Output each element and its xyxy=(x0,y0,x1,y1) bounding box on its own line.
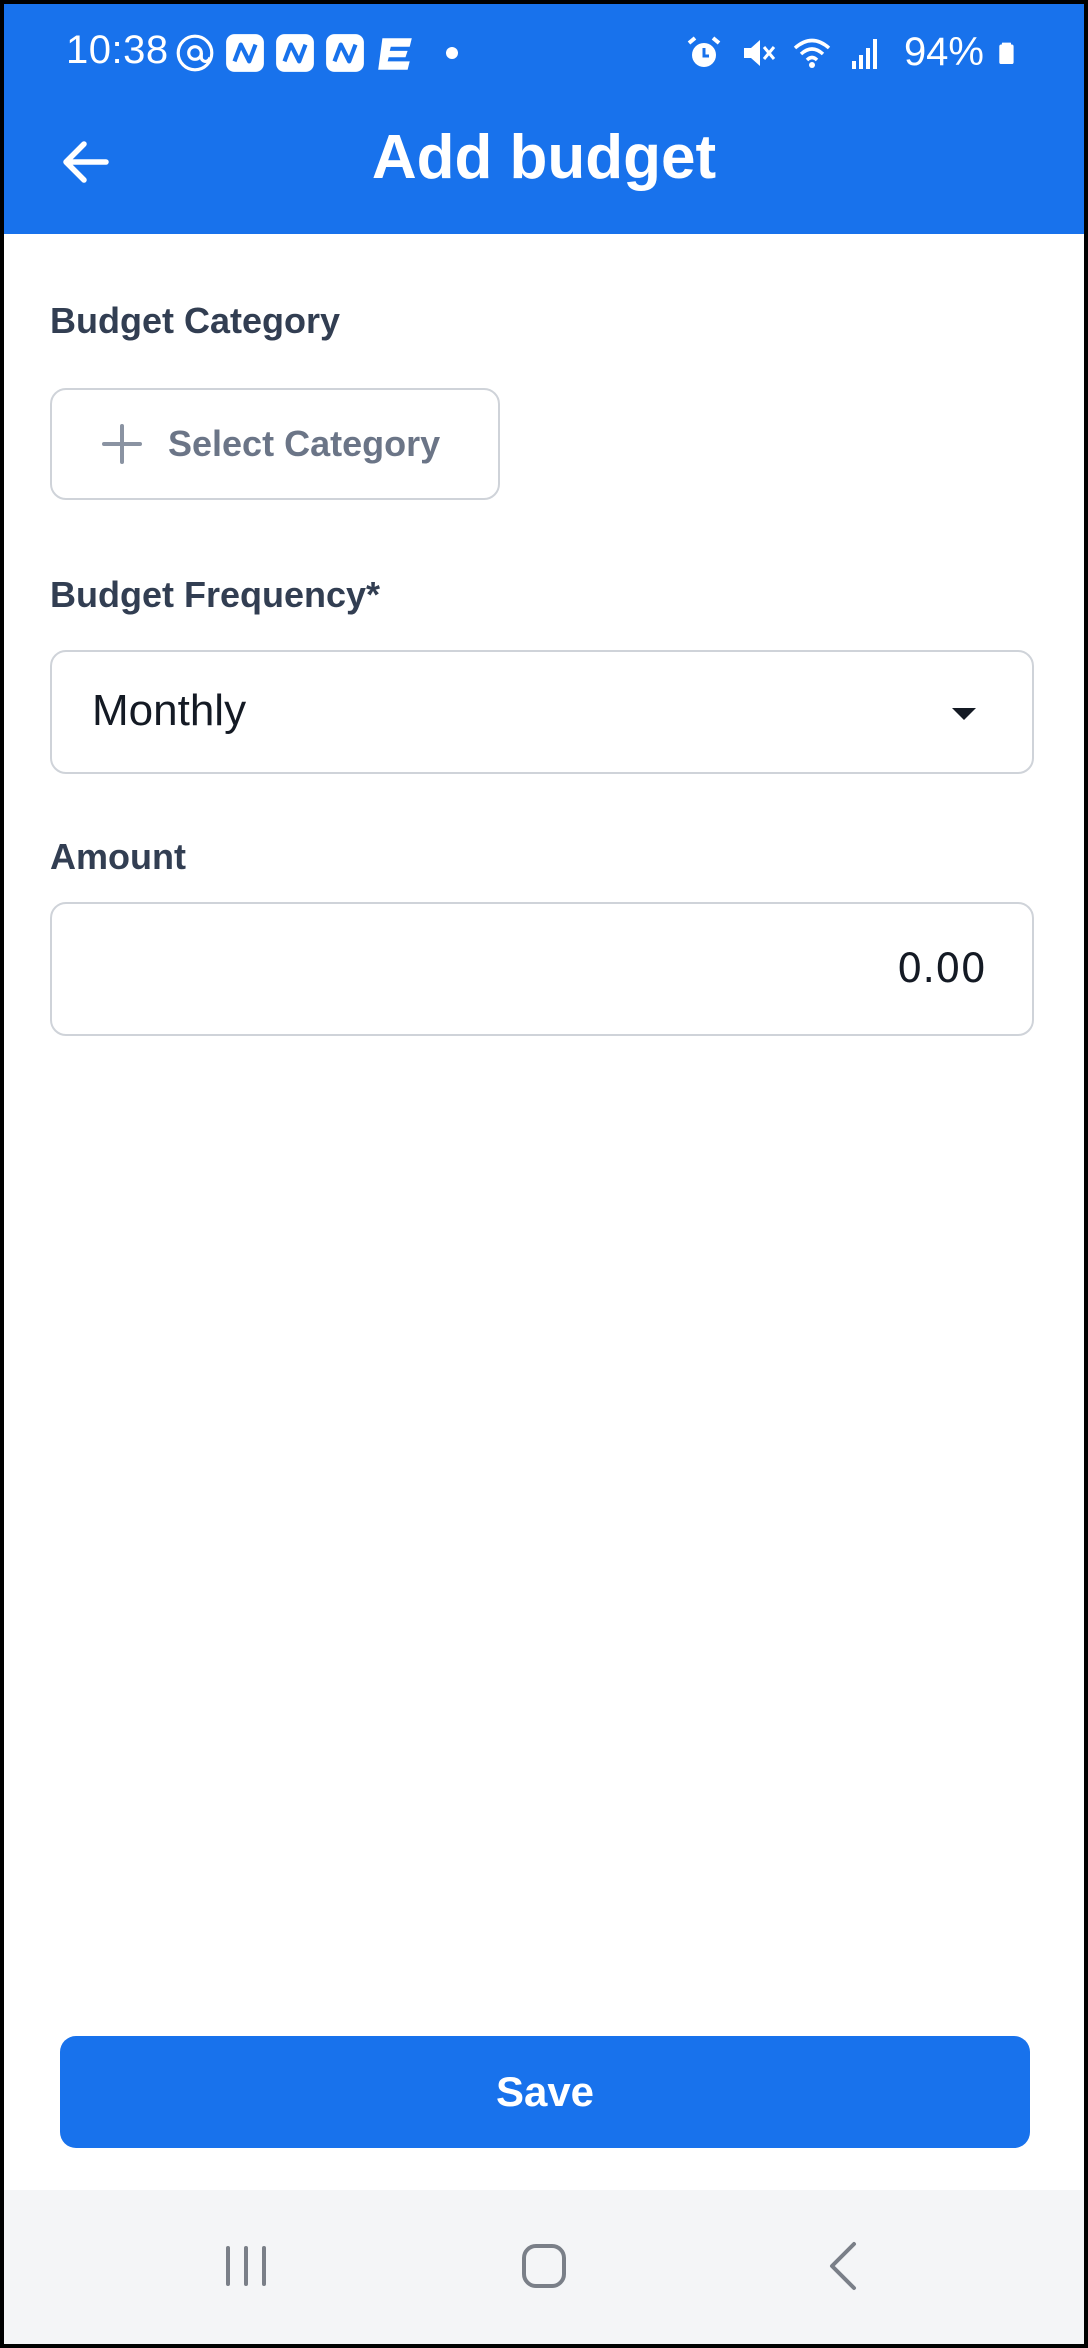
amount-label: Amount xyxy=(50,836,186,877)
app-n-icon xyxy=(326,34,364,72)
wifi-icon xyxy=(793,38,831,68)
save-button[interactable]: Save xyxy=(60,2036,1030,2148)
status-time: 10:38 xyxy=(66,28,169,72)
budget-category-label: Budget Category xyxy=(50,300,341,341)
page-title: Add budget xyxy=(371,123,717,192)
recent-apps-icon[interactable] xyxy=(214,2234,278,2298)
plus-icon xyxy=(102,424,142,464)
app-e-icon xyxy=(378,38,412,70)
status-bar: 10:38 94% xyxy=(4,4,1084,104)
phone-screen: 10:38 94% Add budget Budget Category Sel… xyxy=(4,4,1084,2344)
back-nav-icon[interactable] xyxy=(812,2234,876,2298)
home-icon[interactable] xyxy=(512,2234,576,2298)
amount-input[interactable] xyxy=(50,902,1034,1036)
signal-icon xyxy=(851,38,877,69)
header: 10:38 94% Add budget xyxy=(4,4,1084,234)
select-category-button[interactable]: Select Category xyxy=(50,388,500,500)
caret-down-icon xyxy=(952,708,976,720)
notification-dot-icon xyxy=(446,47,458,59)
battery-percent: 94% xyxy=(903,30,984,74)
app-n-icon xyxy=(276,34,314,72)
threads-icon xyxy=(176,34,214,72)
budget-frequency-label: Budget Frequency* xyxy=(50,574,381,615)
frequency-dropdown[interactable]: Monthly xyxy=(50,650,1034,774)
alarm-icon xyxy=(687,35,721,67)
frequency-selected-value: Monthly xyxy=(92,686,247,735)
battery-icon xyxy=(999,42,1014,64)
system-nav-bar xyxy=(4,2190,1084,2344)
select-category-label: Select Category xyxy=(168,423,441,464)
app-bar: Add budget xyxy=(4,104,1084,234)
app-n-icon xyxy=(226,34,264,72)
notification-icons xyxy=(174,32,458,74)
system-icons: 94% xyxy=(684,30,1024,75)
mute-icon xyxy=(743,39,776,66)
